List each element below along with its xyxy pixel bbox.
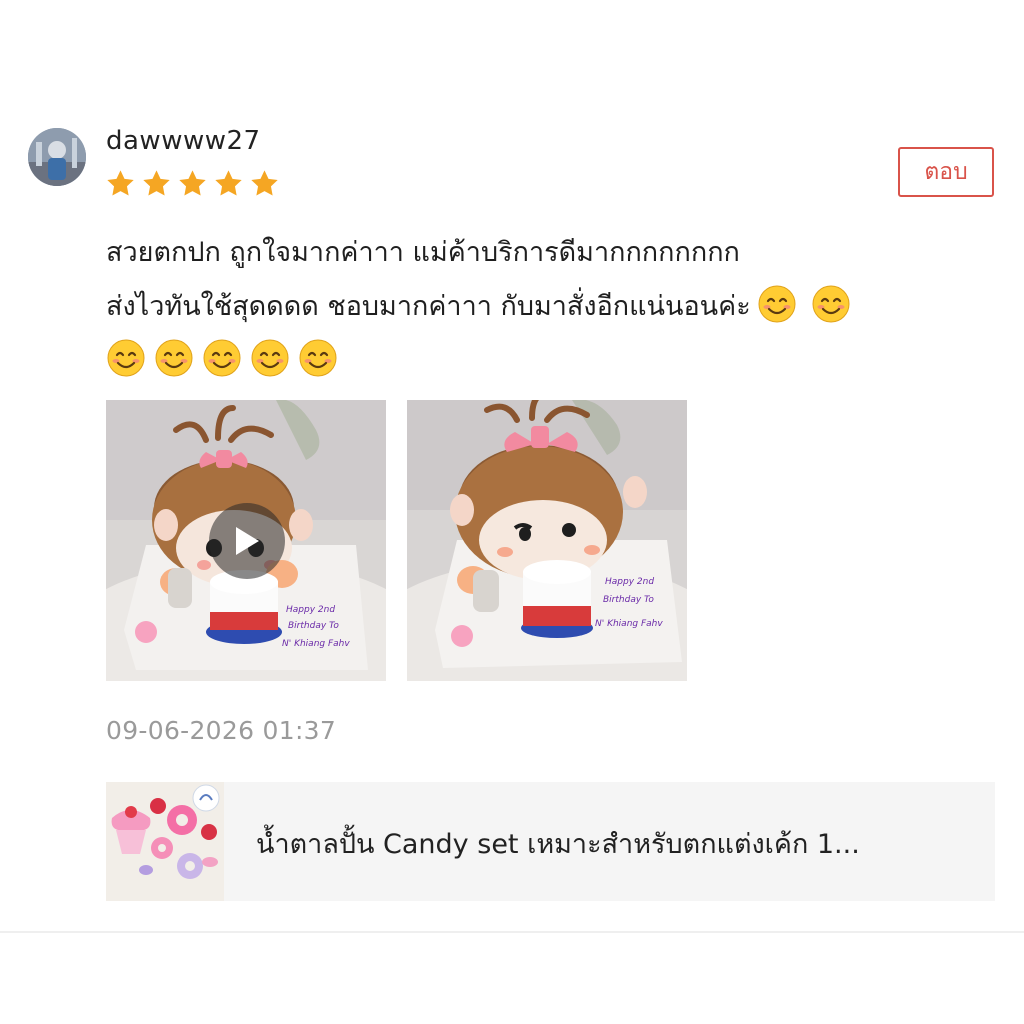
star-icon xyxy=(143,170,170,196)
review-card: dawwww27 ตอบ สวยตกปก ถูกใจมากค่าาา แม่ค้… xyxy=(0,0,1024,1024)
smiling-face-emoji-icon xyxy=(203,339,241,377)
svg-text:Birthday To: Birthday To xyxy=(603,595,654,605)
svg-text:Birthday To: Birthday To xyxy=(288,621,339,631)
reply-button[interactable]: ตอบ xyxy=(898,147,994,197)
svg-text:Happy 2nd: Happy 2nd xyxy=(286,605,335,615)
product-title: น้ำตาลปั้น Candy set เหมาะสำหรับตกแต่งเค… xyxy=(256,829,860,860)
review-text-line: สวยตกปก ถูกใจมากค่าาา แม่ค้าบริการดีมากก… xyxy=(106,237,740,268)
username: dawwww27 xyxy=(106,126,261,156)
smiling-face-emoji-icon xyxy=(251,339,289,377)
avatar[interactable] xyxy=(28,128,86,186)
review-text-line-2: ส่งไวทันใช้สุดดดด ชอบมากค่าาา กับมาสั่งอ… xyxy=(106,280,986,334)
review-text: สวยตกปก ถูกใจมากค่าาา แม่ค้าบริการดีมากก… xyxy=(106,226,986,388)
divider xyxy=(0,931,1024,933)
product-card[interactable]: น้ำตาลปั้น Candy set เหมาะสำหรับตกแต่งเค… xyxy=(106,782,995,901)
smiling-face-emoji-icon xyxy=(812,285,850,323)
star-icon xyxy=(251,170,278,196)
svg-text:N' Khiang Fahv: N' Khiang Fahv xyxy=(282,639,350,649)
star-icon xyxy=(179,170,206,196)
play-icon[interactable] xyxy=(209,503,285,579)
smiling-face-emoji-icon xyxy=(155,339,193,377)
rating-stars xyxy=(104,168,281,199)
review-video-thumbnail[interactable]: Happy 2nd Birthday To N' Khiang Fahv xyxy=(106,400,386,681)
smiling-face-emoji-icon xyxy=(299,339,337,377)
star-icon xyxy=(215,170,242,196)
review-text-line: ส่งไวทันใช้สุดดดด ชอบมากค่าาา กับมาสั่งอ… xyxy=(106,291,751,322)
svg-text:N' Khiang Fahv: N' Khiang Fahv xyxy=(595,619,663,629)
review-photo[interactable]: Happy 2nd Birthday To N' Khiang Fahv xyxy=(407,400,687,681)
star-icon xyxy=(107,170,134,196)
svg-text:Happy 2nd: Happy 2nd xyxy=(605,577,654,587)
review-timestamp: 09-06-2026 01:37 xyxy=(106,716,337,745)
cake-photo: Happy 2nd Birthday To N' Khiang Fahv xyxy=(407,400,687,681)
emoji-row xyxy=(106,334,986,388)
smiling-face-emoji-icon xyxy=(758,285,796,323)
smiling-face-emoji-icon xyxy=(107,339,145,377)
product-thumbnail xyxy=(106,782,224,901)
